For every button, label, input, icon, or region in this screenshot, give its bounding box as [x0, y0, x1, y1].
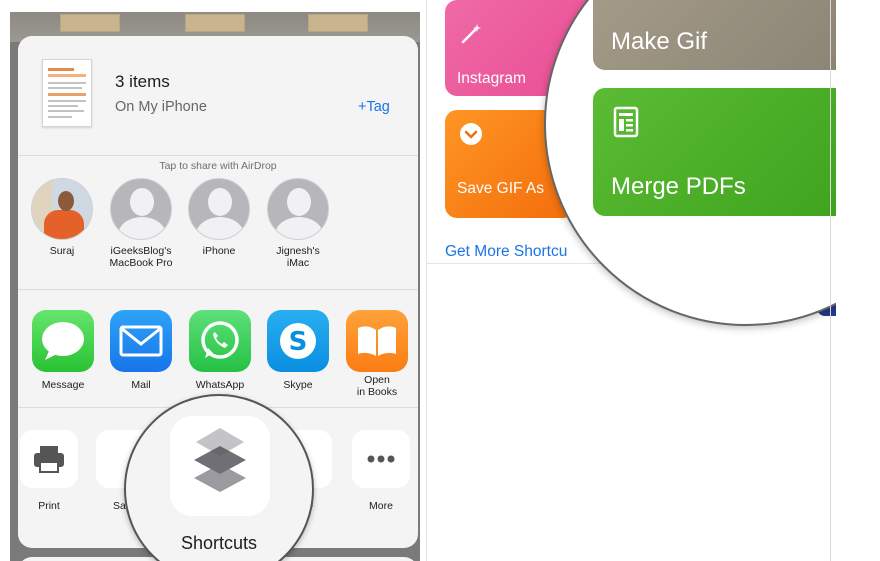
- app-label: WhatsApp: [195, 379, 245, 391]
- app-message[interactable]: Message: [24, 310, 102, 391]
- contact-name: iPhone: [202, 245, 236, 257]
- background-thumbnail: [308, 14, 368, 32]
- ellipsis-icon: [352, 430, 410, 488]
- whatsapp-icon: [189, 310, 251, 372]
- app-label: Mail: [131, 379, 151, 391]
- speech-bubble-icon: [32, 310, 94, 372]
- app-books[interactable]: Open in Books: [338, 310, 416, 398]
- shortcuts-app-button[interactable]: [170, 416, 270, 516]
- magic-wand-icon: [461, 24, 481, 44]
- contact-name: iGeeksBlog's MacBook Pro: [109, 245, 173, 269]
- airdrop-contact-suraj[interactable]: Suraj: [19, 178, 105, 257]
- chevron-circle-icon: [460, 123, 482, 145]
- app-label: Message: [41, 379, 85, 391]
- app-skype[interactable]: S Skype: [259, 310, 337, 391]
- action-label: Print: [38, 500, 60, 512]
- printer-icon: [20, 430, 78, 488]
- airdrop-caption: Tap to share with AirDrop: [159, 160, 277, 172]
- action-print[interactable]: Print: [18, 430, 86, 512]
- app-label: Skype: [283, 379, 313, 391]
- avatar: [31, 178, 93, 240]
- share-sheet-header: 3 items On My iPhone +Tag: [18, 36, 418, 156]
- card-title: Merge PDFs: [611, 173, 746, 200]
- svg-text:S: S: [289, 327, 308, 357]
- get-more-shortcuts-link[interactable]: Get More Shortcu: [445, 243, 567, 261]
- shortcuts-app-screen: Instagram Save GIF As Get More Shortcu M…: [426, 0, 836, 561]
- airdrop-contact-macbook[interactable]: iGeeksBlog's MacBook Pro: [98, 178, 184, 269]
- card-title: Make Gif: [611, 28, 708, 55]
- shortcuts-label: Shortcuts: [180, 533, 258, 553]
- app-whatsapp[interactable]: WhatsApp: [181, 310, 259, 391]
- skype-icon: S: [267, 310, 329, 372]
- add-tag-button[interactable]: +Tag: [358, 99, 390, 115]
- contact-name: Suraj: [49, 245, 75, 257]
- person-silhouette-icon: [110, 178, 172, 240]
- airdrop-row: Tap to share with AirDrop Suraj iGeeksBl…: [18, 156, 418, 290]
- shortcut-card-merge-pdfs[interactable]: Merge PDFs: [593, 88, 836, 216]
- action-label: More: [369, 500, 393, 512]
- airdrop-contact-imac[interactable]: Jignesh's iMac: [255, 178, 341, 269]
- document-icon: [613, 106, 639, 138]
- airdrop-contact-iphone[interactable]: iPhone: [176, 178, 262, 257]
- shortcuts-layers-icon: [194, 428, 246, 492]
- app-mail[interactable]: Mail: [102, 310, 180, 391]
- share-apps-row: Message Mail WhatsApp S Skype Open in Bo…: [18, 290, 418, 408]
- contact-name: Jignesh's iMac: [276, 245, 320, 269]
- items-location-subtitle: On My iPhone: [115, 99, 207, 115]
- person-silhouette-icon: [267, 178, 329, 240]
- document-thumbnail: [42, 59, 92, 127]
- card-title: Save GIF As: [457, 180, 545, 197]
- panel-divider: [830, 0, 831, 561]
- envelope-icon: [110, 310, 172, 372]
- person-silhouette-icon: [188, 178, 250, 240]
- magnifier-merge-pdfs: Make Gif Merge PDFs: [544, 0, 836, 326]
- share-sheet-screen: 3 items On My iPhone +Tag Tap to share w…: [10, 12, 420, 561]
- background-thumbnail: [185, 14, 245, 32]
- items-count-title: 3 items: [115, 72, 170, 91]
- action-more[interactable]: More: [344, 430, 418, 512]
- shortcut-card-make-gif[interactable]: Make Gif: [593, 0, 836, 70]
- background-thumbnail: [60, 14, 120, 32]
- app-label: Open in Books: [356, 374, 398, 398]
- book-icon: [346, 310, 408, 372]
- card-title: Instagram: [457, 70, 526, 87]
